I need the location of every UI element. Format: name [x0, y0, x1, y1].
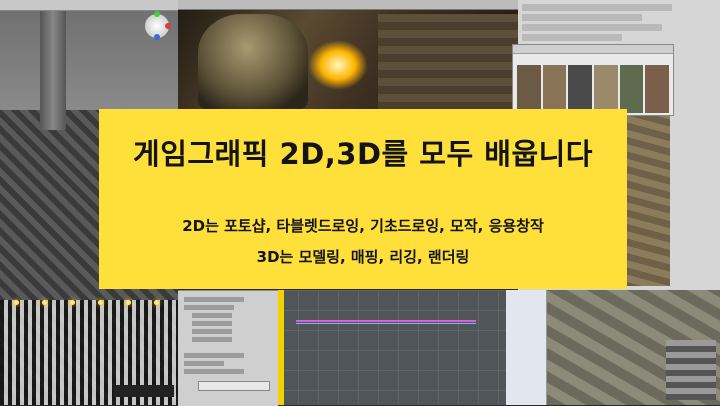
texture-preview-bottom	[506, 290, 720, 405]
hierarchy-button[interactable]	[198, 381, 270, 391]
light-icon	[42, 300, 47, 305]
project-panel[interactable]	[506, 290, 547, 405]
banner-title: 게임그래픽 2D,3D를 모두 배웁니다	[133, 137, 593, 171]
game-character	[198, 14, 308, 110]
texture-thumbnail-grid[interactable]	[517, 65, 669, 113]
hierarchy-item[interactable]	[184, 369, 244, 374]
inspector-row[interactable]	[522, 14, 642, 21]
texture-thumbnail[interactable]	[568, 65, 592, 113]
inspector-row[interactable]	[522, 24, 662, 31]
hierarchy-item[interactable]	[192, 321, 232, 326]
hierarchy-item[interactable]	[184, 297, 244, 302]
muzzle-flash	[308, 40, 368, 90]
animation-curve[interactable]	[296, 323, 476, 324]
banner-line-2d: 2D는 포토샵, 타블렛드로잉, 기초드로잉, 모작, 응용창작	[182, 217, 544, 235]
hierarchy-panel[interactable]	[178, 290, 278, 406]
texture-thumbnail[interactable]	[619, 65, 644, 113]
light-icon	[126, 300, 131, 305]
brick-texture	[666, 340, 716, 400]
game-view-panel[interactable]	[178, 0, 518, 110]
hierarchy-item[interactable]	[192, 337, 232, 342]
inspector-row[interactable]	[522, 4, 672, 11]
hierarchy-item[interactable]	[184, 353, 244, 358]
light-icon	[14, 300, 19, 305]
axis-gizmo-icon[interactable]	[145, 11, 171, 40]
texture-thumbnail[interactable]	[517, 65, 541, 113]
camera-tripod	[138, 320, 164, 360]
light-icon	[98, 300, 103, 305]
texture-thumbnail[interactable]	[593, 65, 618, 113]
hierarchy-item[interactable]	[184, 305, 234, 310]
animation-curve[interactable]	[296, 320, 476, 322]
light-icon	[70, 300, 75, 305]
banner-line-3d: 3D는 모델링, 매핑, 리깅, 랜더링	[256, 248, 470, 266]
select-texture-window[interactable]	[512, 44, 674, 116]
scene-view-tabbar[interactable]	[0, 0, 178, 11]
animation-curve-panel[interactable]	[278, 290, 506, 405]
game-view-tabbar[interactable]	[178, 0, 518, 10]
scene-tower	[40, 0, 66, 130]
game-wall	[378, 14, 518, 110]
hierarchy-item[interactable]	[184, 361, 224, 366]
timeline-marker[interactable]	[278, 290, 284, 405]
inspector-row[interactable]	[522, 34, 622, 41]
promo-banner: 게임그래픽 2D,3D를 모두 배웁니다 2D는 포토샵, 타블렛드로잉, 기초…	[99, 109, 627, 289]
light-icon	[154, 300, 159, 305]
scene-label	[114, 385, 174, 397]
hierarchy-item[interactable]	[192, 329, 232, 334]
select-texture-titlebar[interactable]	[513, 45, 673, 54]
texture-thumbnail[interactable]	[645, 65, 669, 113]
texture-thumbnail[interactable]	[542, 65, 567, 113]
hierarchy-item[interactable]	[192, 313, 232, 318]
